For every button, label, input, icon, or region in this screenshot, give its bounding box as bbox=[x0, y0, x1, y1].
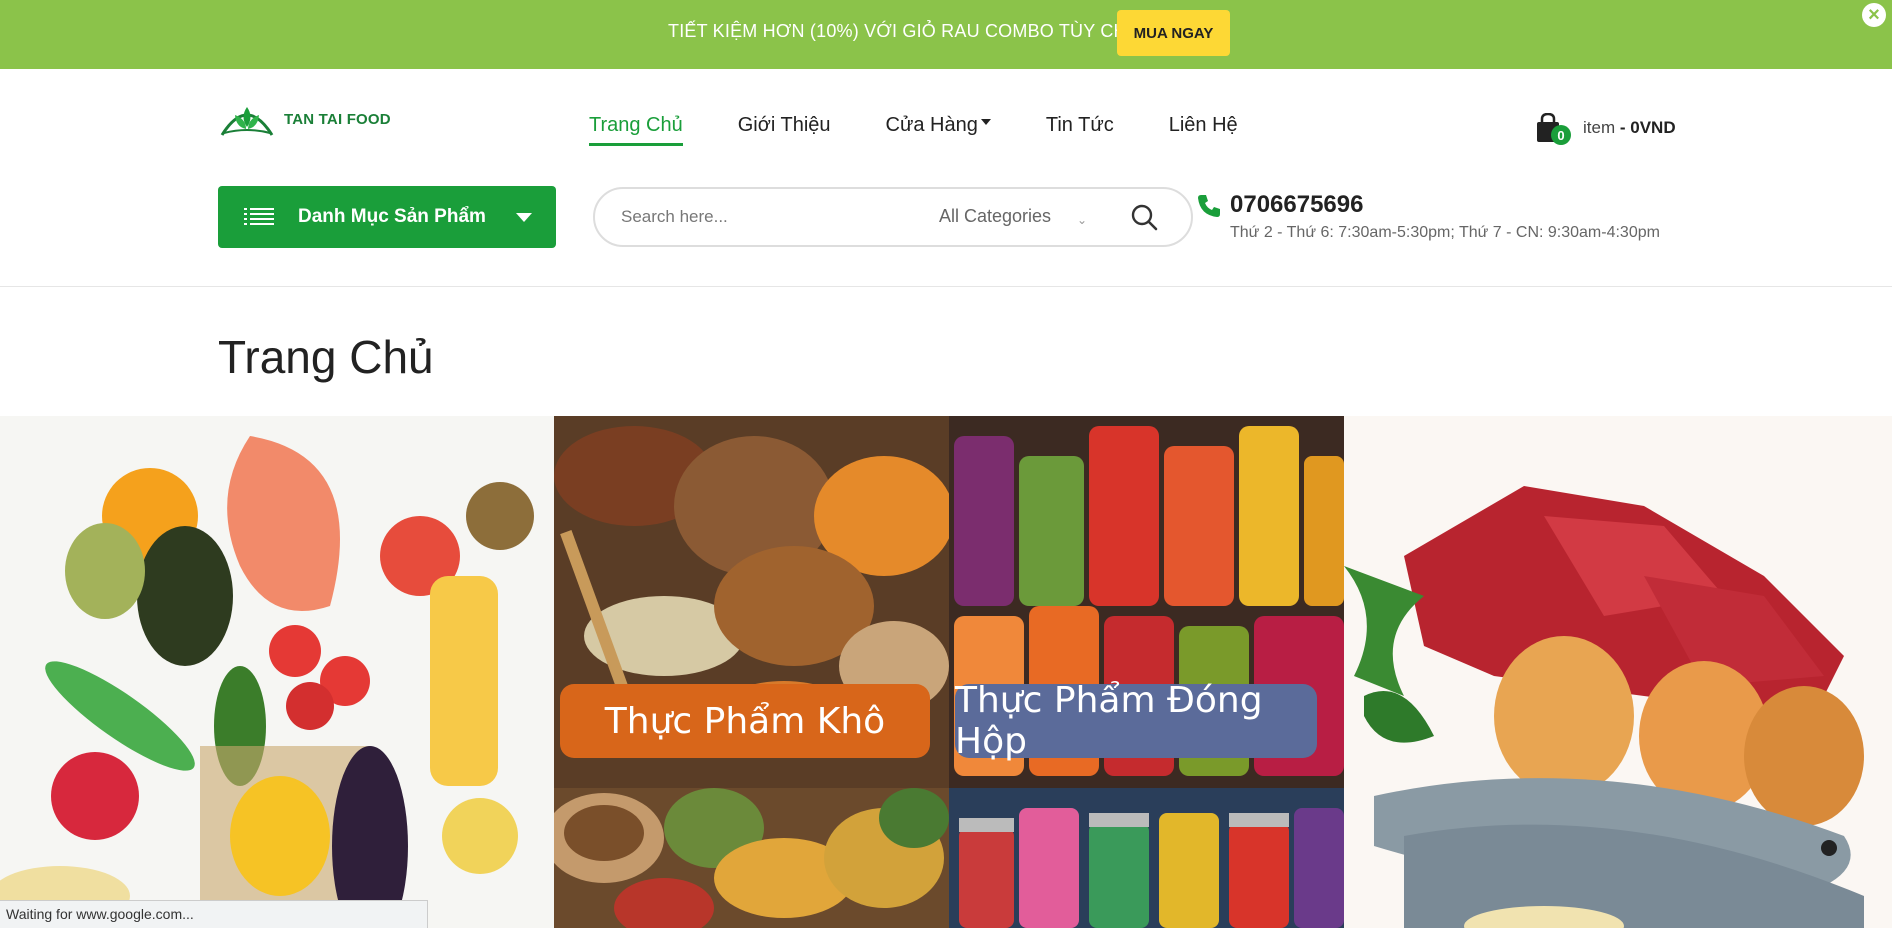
page-title: Trang Chủ bbox=[218, 331, 434, 383]
logo-leaf-icon bbox=[220, 107, 274, 136]
nav-label: Tin Tức bbox=[1045, 114, 1114, 136]
category-select[interactable]: All Categories bbox=[939, 206, 1051, 227]
caret-down-icon bbox=[980, 118, 991, 125]
spices-image bbox=[554, 788, 949, 928]
caret-down-icon bbox=[516, 212, 532, 222]
promo-text: TIẾT KIỆM HƠN (10%) VỚI GIỎ RAU COMBO TÙ… bbox=[668, 21, 1155, 41]
banner-meat-fish[interactable] bbox=[1344, 416, 1892, 928]
search-icon[interactable] bbox=[1130, 203, 1158, 231]
nav-item-tin-tuc[interactable]: Tin Tức bbox=[1046, 114, 1114, 146]
canned-food-label: Thực Phẩm Đóng Hộp bbox=[955, 680, 1317, 762]
nav-item-gioi-thieu[interactable]: Giới Thiệu bbox=[738, 114, 831, 146]
shopping-bag-icon: 0 bbox=[1535, 112, 1571, 145]
banner-jars[interactable] bbox=[949, 788, 1344, 928]
buy-now-button[interactable]: MUA NGAY bbox=[1117, 10, 1230, 56]
logo-text: TAN TAI FOOD bbox=[284, 110, 391, 128]
meat-fish-image bbox=[1344, 416, 1892, 928]
phone-icon bbox=[1198, 195, 1220, 217]
nav-item-cua-hang[interactable]: Cửa Hàng bbox=[886, 114, 991, 146]
main-nav: Trang Chủ Giới Thiệu Cửa Hàng Tin Tức Li… bbox=[589, 114, 1293, 146]
promo-bar: TIẾT KIỆM HƠN (10%) VỚI GIỎ RAU COMBO TÙ… bbox=[0, 0, 1892, 69]
banner-fresh-food[interactable] bbox=[0, 416, 554, 928]
phone-number[interactable]: 0706675696 bbox=[1230, 191, 1363, 219]
nav-item-lien-he[interactable]: Liên Hệ bbox=[1169, 114, 1238, 146]
nav-label: Giới Thiệu bbox=[737, 114, 831, 136]
nav-label: Cửa Hàng bbox=[885, 114, 978, 136]
category-button-label: Danh Mục Sản Phẩm bbox=[298, 206, 486, 227]
site-header: TAN TAI FOOD Trang Chủ Giới Thiệu Cửa Hà… bbox=[0, 69, 1892, 287]
dry-food-label: Thực Phẩm Khô bbox=[560, 684, 930, 758]
cart-text: item - 0VND bbox=[1583, 118, 1676, 138]
cart-item-label: item bbox=[1583, 118, 1616, 137]
search-bar: All Categories ⌄ bbox=[593, 187, 1193, 247]
banner-spices[interactable] bbox=[554, 788, 949, 928]
chevron-down-icon: ⌄ bbox=[1077, 213, 1088, 227]
cart-total: - 0VND bbox=[1619, 118, 1676, 137]
list-menu-icon bbox=[244, 208, 274, 225]
cart-count-badge: 0 bbox=[1551, 125, 1571, 145]
opening-hours: Thứ 2 - Thứ 6: 7:30am-5:30pm; Thứ 7 - CN… bbox=[1230, 224, 1660, 241]
logo[interactable]: TAN TAI FOOD bbox=[218, 99, 391, 139]
fresh-food-image bbox=[0, 416, 554, 928]
search-input[interactable] bbox=[621, 207, 921, 227]
nav-label: Liên Hệ bbox=[1168, 114, 1238, 136]
close-icon[interactable]: × bbox=[1862, 3, 1886, 27]
jars-image bbox=[949, 788, 1344, 928]
cart-summary[interactable]: 0 item - 0VND bbox=[1535, 112, 1676, 145]
browser-status-bar: Waiting for www.google.com... bbox=[0, 900, 428, 928]
product-category-button[interactable]: Danh Mục Sản Phẩm bbox=[218, 186, 556, 248]
nav-label: Trang Chủ bbox=[589, 114, 683, 136]
nav-item-trang-chu[interactable]: Trang Chủ bbox=[589, 114, 683, 146]
